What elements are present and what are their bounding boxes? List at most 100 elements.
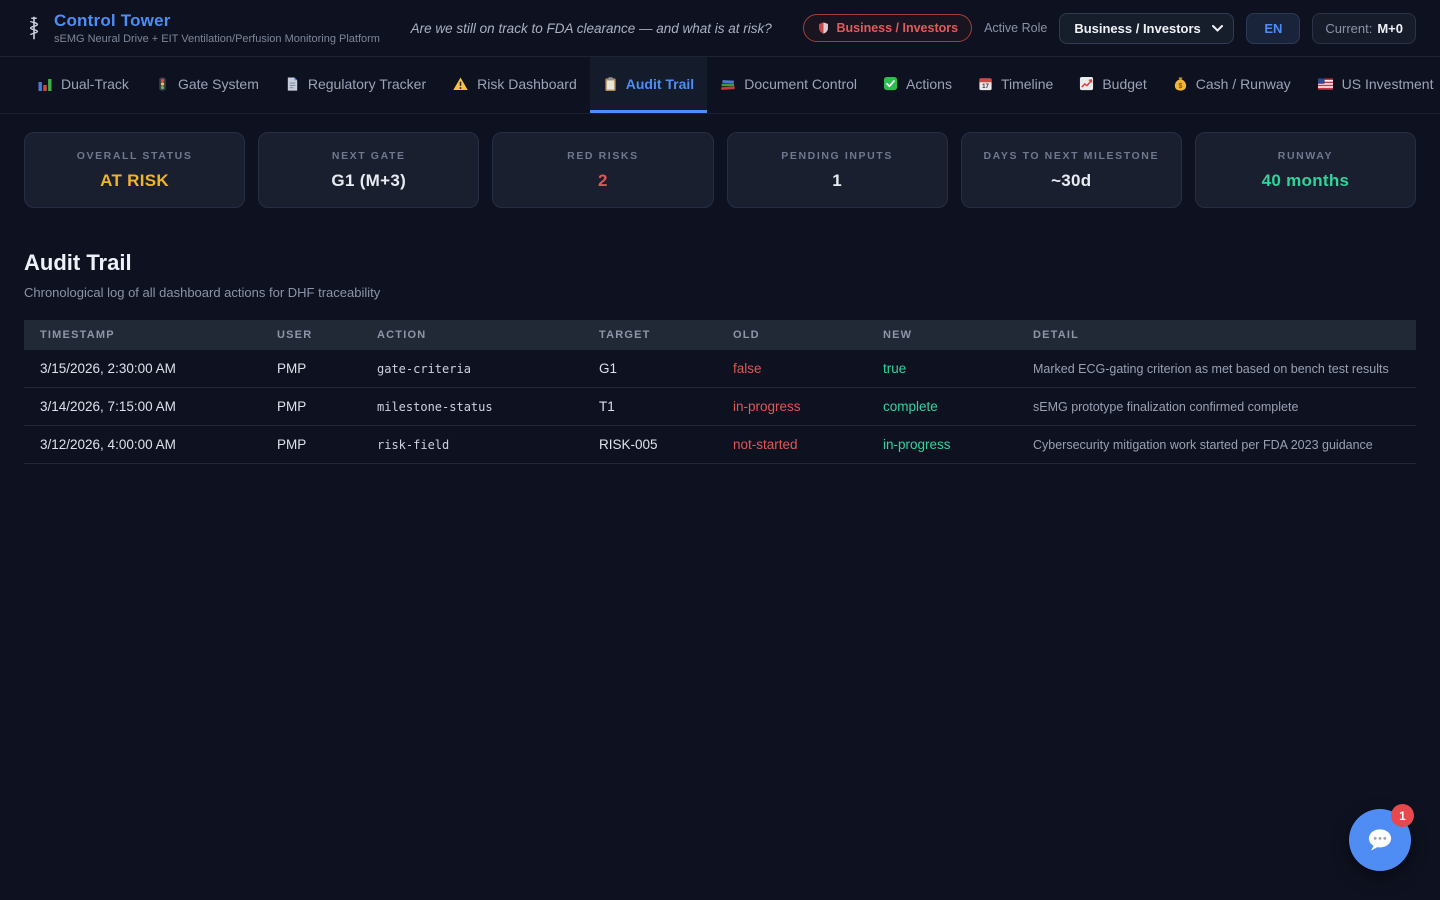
unread-count-badge: 1: [1391, 804, 1414, 827]
cell-timestamp: 3/15/2026, 2:30:00 AM: [24, 350, 261, 388]
card-label: PENDING INPUTS: [781, 150, 893, 162]
tab-label: Gate System: [178, 76, 259, 92]
card-value: G1 (M+3): [331, 171, 406, 191]
svg-text:$: $: [1178, 82, 1182, 89]
card-label: DAYS TO NEXT MILESTONE: [983, 150, 1159, 162]
current-month-indicator: Current: M+0: [1312, 13, 1416, 44]
tagline: Are we still on track to FDA clearance —…: [396, 21, 787, 36]
tab-gate-system[interactable]: Gate System: [142, 57, 272, 113]
app-header: Control Tower sEMG Neural Drive + EIT Ve…: [0, 0, 1440, 57]
cell-action: milestone-status: [361, 388, 583, 426]
tab-budget[interactable]: Budget: [1066, 57, 1159, 113]
section-subtitle: Chronological log of all dashboard actio…: [24, 285, 1416, 300]
nav-tabbar: Dual-Track Gate System Regulatory Tracke…: [0, 57, 1440, 114]
brand-text: Control Tower sEMG Neural Drive + EIT Ve…: [54, 11, 380, 45]
cell-new-value: true: [867, 350, 1017, 388]
medical-staff-icon: [24, 15, 44, 41]
header-controls: Business / Investors Active Role Busines…: [803, 13, 1417, 44]
card-label: OVERALL STATUS: [77, 150, 193, 162]
tab-label: Actions: [906, 76, 952, 92]
status-card-days-to-next-milestone: DAYS TO NEXT MILESTONE ~30d: [961, 132, 1182, 208]
section-header: Audit Trail Chronological log of all das…: [0, 250, 1440, 300]
bookmark-tabs-icon: [285, 76, 300, 92]
role-badge[interactable]: Business / Investors: [803, 14, 973, 42]
role-select-wrap: Business / Investors: [1059, 13, 1234, 44]
status-card-runway: RUNWAY 40 months: [1195, 132, 1416, 208]
status-card-red-risks: RED RISKS 2: [492, 132, 713, 208]
status-cards-row: OVERALL STATUS AT RISK NEXT GATE G1 (M+3…: [0, 114, 1440, 208]
cell-target: T1: [583, 388, 717, 426]
card-value: 1: [832, 171, 842, 191]
cell-action: gate-criteria: [361, 350, 583, 388]
tab-audit-trail[interactable]: Audit Trail: [590, 57, 707, 113]
bar-chart-icon: [37, 76, 53, 92]
status-card-overall-status: OVERALL STATUS AT RISK: [24, 132, 245, 208]
traffic-light-icon: [155, 76, 170, 92]
active-role-label: Active Role: [984, 21, 1047, 35]
cell-old-value: in-progress: [717, 388, 867, 426]
tab-dual-track[interactable]: Dual-Track: [24, 57, 142, 113]
cell-detail: Marked ECG-gating criterion as met based…: [1017, 350, 1416, 388]
column-header-target: TARGET: [583, 320, 717, 350]
brand: Control Tower sEMG Neural Drive + EIT Ve…: [24, 11, 380, 45]
shield-icon: [817, 21, 830, 35]
tab-document-control[interactable]: Document Control: [707, 57, 870, 113]
card-label: NEXT GATE: [332, 150, 406, 162]
language-button[interactable]: EN: [1246, 13, 1300, 44]
tab-actions[interactable]: Actions: [870, 57, 965, 113]
section-title: Audit Trail: [24, 250, 1416, 276]
cell-new-value: in-progress: [867, 426, 1017, 464]
tab-cash-runway[interactable]: $ Cash / Runway: [1160, 57, 1304, 113]
cell-action: risk-field: [361, 426, 583, 464]
page-subtitle: sEMG Neural Drive + EIT Ventilation/Perf…: [54, 33, 380, 45]
chat-bubble-icon: [1363, 823, 1397, 857]
cell-target: RISK-005: [583, 426, 717, 464]
card-label: RED RISKS: [567, 150, 639, 162]
clipboard-icon: [603, 76, 618, 92]
chat-launcher-button[interactable]: 1: [1349, 809, 1411, 871]
cell-target: G1: [583, 350, 717, 388]
card-value: AT RISK: [100, 171, 169, 191]
tab-timeline[interactable]: 17 Timeline: [965, 57, 1066, 113]
cell-user: PMP: [261, 388, 361, 426]
card-value: 2: [598, 171, 608, 191]
us-flag-icon: [1317, 77, 1334, 91]
current-label: Current:: [1325, 21, 1372, 36]
table-row: 3/15/2026, 2:30:00 AM PMP gate-criteria …: [24, 350, 1416, 388]
tab-label: Document Control: [744, 76, 857, 92]
tab-regulatory-tracker[interactable]: Regulatory Tracker: [272, 57, 439, 113]
tab-label: Dual-Track: [61, 76, 129, 92]
table-row: 3/12/2026, 4:00:00 AM PMP risk-field RIS…: [24, 426, 1416, 464]
table-header-row: TIMESTAMP USER ACTION TARGET OLD NEW DET…: [24, 320, 1416, 350]
card-value: 40 months: [1262, 171, 1350, 191]
tab-risk-dashboard[interactable]: Risk Dashboard: [439, 57, 590, 113]
status-card-next-gate: NEXT GATE G1 (M+3): [258, 132, 479, 208]
column-header-detail: DETAIL: [1017, 320, 1416, 350]
cell-detail: sEMG prototype finalization confirmed co…: [1017, 388, 1416, 426]
card-value: ~30d: [1051, 171, 1091, 191]
money-bag-icon: $: [1173, 76, 1188, 92]
books-icon: [720, 76, 736, 92]
card-label: RUNWAY: [1278, 150, 1333, 162]
status-card-pending-inputs: PENDING INPUTS 1: [727, 132, 948, 208]
cell-detail: Cybersecurity mitigation work started pe…: [1017, 426, 1416, 464]
role-badge-label: Business / Investors: [837, 21, 959, 35]
cell-old-value: not-started: [717, 426, 867, 464]
table-row: 3/14/2026, 7:15:00 AM PMP milestone-stat…: [24, 388, 1416, 426]
role-select[interactable]: Business / Investors: [1059, 13, 1234, 44]
cell-timestamp: 3/14/2026, 7:15:00 AM: [24, 388, 261, 426]
tab-label: Budget: [1102, 76, 1146, 92]
tab-label: Regulatory Tracker: [308, 76, 426, 92]
cell-timestamp: 3/12/2026, 4:00:00 AM: [24, 426, 261, 464]
chart-increasing-icon: [1079, 76, 1094, 91]
audit-table: TIMESTAMP USER ACTION TARGET OLD NEW DET…: [24, 320, 1416, 464]
page-title: Control Tower: [54, 11, 380, 31]
svg-text:17: 17: [982, 83, 989, 90]
tab-us-investment[interactable]: US Investment: [1304, 57, 1440, 113]
calendar-icon: 17: [978, 76, 993, 91]
check-mark-icon: [883, 76, 898, 91]
cell-user: PMP: [261, 426, 361, 464]
column-header-old: OLD: [717, 320, 867, 350]
cell-new-value: complete: [867, 388, 1017, 426]
tab-label: Risk Dashboard: [477, 76, 577, 92]
